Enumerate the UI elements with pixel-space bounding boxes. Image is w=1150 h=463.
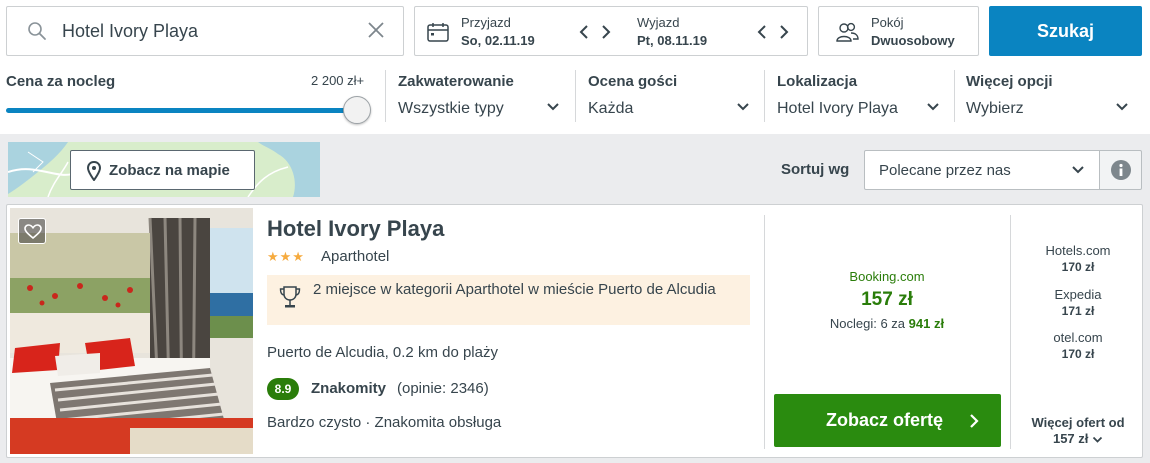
hotel-type: Aparthotel — [321, 248, 390, 265]
checkout-next-icon[interactable] — [779, 24, 789, 40]
more-options-select[interactable]: Wybierz — [966, 100, 1024, 118]
accommodation-filter-select[interactable]: Wszystkie typy — [398, 100, 504, 118]
sort-select[interactable]: Polecane przez nas — [864, 150, 1100, 190]
divider — [575, 70, 576, 122]
best-offer-price: 157 zł — [861, 289, 913, 310]
rating-word[interactable]: Znakomity — [311, 380, 386, 397]
clear-icon[interactable] — [367, 21, 385, 39]
favorite-button[interactable] — [18, 218, 46, 244]
alt-offer-site: Hotels.com — [1045, 243, 1111, 258]
chevron-down-icon[interactable] — [546, 102, 560, 112]
date-picker[interactable]: Przyjazd So, 02.11.19 Wyjazd Pt, 08.11.1… — [414, 6, 808, 56]
search-button[interactable]: Szukaj — [989, 6, 1142, 56]
hotel-photo[interactable] — [10, 208, 253, 454]
nights-total: Noclegi: 6 za 941 zł — [764, 316, 1010, 331]
chevron-down-icon[interactable] — [926, 102, 940, 112]
checkin-prev-icon[interactable] — [579, 24, 589, 40]
hotel-highlights: Bardzo czysto · Znakomita obsługa — [267, 414, 502, 431]
hotel-result-card[interactable]: Hotel Ivory Playa ★★★ Aparthotel 2 miejs… — [6, 204, 1143, 458]
more-offers-price: 157 zł — [1052, 431, 1089, 446]
nights-label: Noclegi: 6 za — [829, 316, 906, 331]
search-header: Hotel Ivory Playa Przyjazd So, 02.11.19 … — [0, 0, 1150, 134]
divider — [954, 70, 955, 122]
checkout-label: Wyjazd — [637, 15, 680, 30]
hotel-room-image — [10, 208, 253, 454]
star-rating: ★★★ — [267, 249, 305, 264]
chevron-down-icon[interactable] — [736, 102, 750, 112]
checkin-value[interactable]: So, 02.11.19 — [461, 33, 535, 48]
accommodation-filter-title: Zakwaterowanie — [398, 73, 514, 90]
checkout-value[interactable]: Pt, 08.11.19 — [637, 33, 707, 48]
destination-search-input[interactable]: Hotel Ivory Playa — [6, 6, 404, 56]
alt-offer-price: 170 zł — [1061, 260, 1095, 274]
checkout-prev-icon[interactable] — [757, 24, 767, 40]
alt-offer[interactable]: Expedia 171 zł — [1012, 287, 1144, 318]
chevron-down-icon — [1072, 166, 1084, 174]
divider — [1010, 215, 1011, 449]
price-max-value: 2 200 zł+ — [311, 73, 365, 88]
sort-label: Sortuj wg — [781, 161, 850, 178]
checkin-next-icon[interactable] — [601, 24, 611, 40]
hotel-location: Puerto de Alcudia, 0.2 km do plaży — [267, 344, 498, 361]
hotel-name-link[interactable]: Hotel Ivory Playa — [267, 216, 444, 242]
more-options-title: Więcej opcji — [966, 73, 1053, 90]
chevron-right-icon — [970, 414, 979, 428]
alt-offer-site: Expedia — [1054, 287, 1102, 302]
view-deal-label: Zobacz ofertę — [826, 410, 944, 430]
more-offers-button[interactable]: Więcej ofert od 157 zł — [1012, 415, 1144, 447]
show-map-button[interactable]: Zobacz na mapie — [70, 150, 255, 190]
alt-offer[interactable]: Hotels.com 170 zł — [1012, 243, 1144, 274]
alt-offer[interactable]: otel.com 170 zł — [1012, 330, 1144, 361]
guests-icon — [836, 22, 859, 42]
map-pin-icon — [87, 161, 101, 181]
heart-icon — [24, 224, 42, 240]
total-price: 941 zł — [908, 316, 945, 331]
room-label: Pokój — [871, 15, 904, 30]
room-value: Dwuosobowy — [871, 33, 955, 48]
location-filter-title: Lokalizacja — [777, 73, 858, 90]
info-icon — [1111, 160, 1131, 180]
sort-value: Polecane przez nas — [879, 162, 1011, 179]
divider — [764, 215, 765, 449]
rating-score-badge[interactable]: 8.9 — [267, 378, 299, 400]
price-slider-handle[interactable] — [343, 96, 371, 124]
chevron-down-icon[interactable] — [1115, 102, 1129, 112]
best-offer-site: Booking.com — [849, 269, 925, 284]
rating-filter-select[interactable]: Każda — [588, 100, 633, 118]
alt-offer-price: 171 zł — [1061, 304, 1095, 318]
alt-offer-site: otel.com — [1053, 330, 1103, 345]
more-offers-price-row: 157 zł — [1012, 431, 1144, 447]
alt-offer-price: 170 zł — [1061, 347, 1095, 361]
rating-filter-title: Ocena gości — [588, 73, 678, 90]
award-text: 2 miejsce w kategorii Aparthotel w mieśc… — [313, 281, 716, 298]
divider — [764, 70, 765, 122]
destination-value: Hotel Ivory Playa — [62, 21, 199, 41]
price-filter-title: Cena za nocleg — [6, 73, 116, 90]
trophy-icon — [279, 286, 301, 308]
review-count[interactable]: (opinie: 2346) — [397, 380, 489, 397]
search-icon — [28, 22, 46, 40]
price-slider-track[interactable] — [6, 108, 356, 113]
calendar-icon — [427, 23, 449, 42]
view-deal-button[interactable]: Zobacz ofertę — [774, 394, 1001, 447]
more-offers-label: Więcej ofert od — [1031, 415, 1125, 430]
chevron-down-icon — [1092, 436, 1103, 443]
show-map-label: Zobacz na mapie — [109, 162, 230, 179]
location-filter-select[interactable]: Hotel Ivory Playa — [777, 100, 898, 118]
award-banner: 2 miejsce w kategorii Aparthotel w mieśc… — [267, 275, 750, 325]
checkin-label: Przyjazd — [461, 15, 511, 30]
sort-info-button[interactable] — [1099, 150, 1142, 190]
room-selector[interactable]: Pokój Dwuosobowy — [818, 6, 979, 56]
divider — [385, 70, 386, 122]
